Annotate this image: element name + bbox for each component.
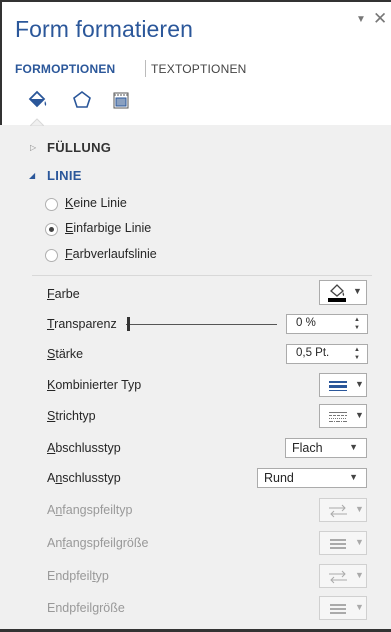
radio-label-no-line[interactable]: Keine Linie [65,196,127,210]
label-color: Farbe [47,287,80,301]
fill-line-icon[interactable] [27,89,49,111]
arrow-type-icon [329,570,347,584]
spin-down-icon[interactable]: ▼ [354,355,360,361]
expanded-triangle-icon[interactable]: ◢ [29,171,35,180]
label-begin-arrow-size: Anfangspfeilgröße [47,536,149,550]
begin-arrow-type-dropdown[interactable]: ▼ [319,498,367,522]
tab-textoptionen[interactable]: TEXTOPTIONEN [151,62,247,76]
effects-icon[interactable] [71,89,93,111]
label-compound-type: Kombinierter Typ [47,378,142,392]
compound-lines-icon [329,381,347,391]
chevron-down-icon: ▼ [353,286,362,296]
transparency-slider-thumb[interactable] [127,317,130,331]
arrow-type-icon [329,504,347,518]
pane-border [0,0,391,2]
tab-notch [30,118,44,126]
label-width: Stärke [47,347,84,361]
chevron-down-icon: ▼ [355,410,364,420]
section-fill-header[interactable]: FÜLLUNG [47,140,111,155]
transparency-slider-track[interactable] [126,324,277,325]
label-dash-type: Strichtyp [47,409,96,423]
pane-options-icon[interactable]: ▼ [356,14,366,25]
tab-separator [145,60,146,77]
dash-lines-icon [329,412,347,422]
radio-gradient-line[interactable] [45,249,58,262]
transparency-spinner[interactable]: 0 % ▲ ▼ [286,314,368,334]
label-begin-arrow-type: Anfangspfeiltyp [47,503,133,517]
dash-type-dropdown[interactable]: ▼ [319,404,367,428]
radio-no-line[interactable] [45,198,58,211]
label-cap-type: Abschlusstyp [47,441,121,455]
chevron-down-icon: ▼ [355,379,364,389]
paint-bucket-icon [328,284,346,302]
width-spinner[interactable]: 0,5 Pt. ▲ ▼ [286,344,368,364]
size-properties-icon[interactable] [110,89,132,111]
chevron-down-icon: ▼ [355,504,364,514]
chevron-down-icon: ▼ [349,472,358,482]
close-icon[interactable]: ✕ [373,9,387,29]
section-divider [32,275,372,276]
radio-solid-line[interactable] [45,223,58,236]
radio-label-gradient-line[interactable]: Farbverlaufslinie [65,247,157,261]
begin-arrow-size-dropdown[interactable]: ▼ [319,531,367,555]
spin-up-icon[interactable]: ▲ [354,317,360,323]
compound-type-dropdown[interactable]: ▼ [319,373,367,397]
chevron-down-icon: ▼ [355,537,364,547]
end-arrow-size-dropdown[interactable]: ▼ [319,596,367,620]
spin-down-icon[interactable]: ▼ [354,325,360,331]
end-arrow-type-dropdown[interactable]: ▼ [319,564,367,588]
label-join-type: Anschlusstyp [47,471,121,485]
spin-up-icon[interactable]: ▲ [354,347,360,353]
radio-label-solid-line[interactable]: Einfarbige Linie [65,221,151,235]
tab-formoptionen[interactable]: FORMOPTIONEN [15,62,115,76]
line-color-button[interactable]: ▼ [319,280,367,305]
cap-type-select[interactable]: Flach ▼ [285,438,367,458]
chevron-down-icon: ▼ [355,602,364,612]
label-end-arrow-size: Endpfeilgröße [47,601,125,615]
arrow-size-icon [330,604,346,614]
format-shape-pane: Form formatieren ▼ ✕ FORMOPTIONEN TEXTOP… [0,0,391,632]
pane-title: Form formatieren [15,16,193,42]
chevron-down-icon: ▼ [349,442,358,452]
label-end-arrow-type: Endpfeiltyp [47,569,109,583]
join-type-select[interactable]: Rund ▼ [257,468,367,488]
chevron-down-icon: ▼ [355,570,364,580]
collapsed-triangle-icon[interactable]: ▷ [30,143,36,152]
arrow-size-icon [330,539,346,549]
label-transparency: Transparenz [47,317,117,331]
section-line-header[interactable]: LINIE [47,168,82,183]
